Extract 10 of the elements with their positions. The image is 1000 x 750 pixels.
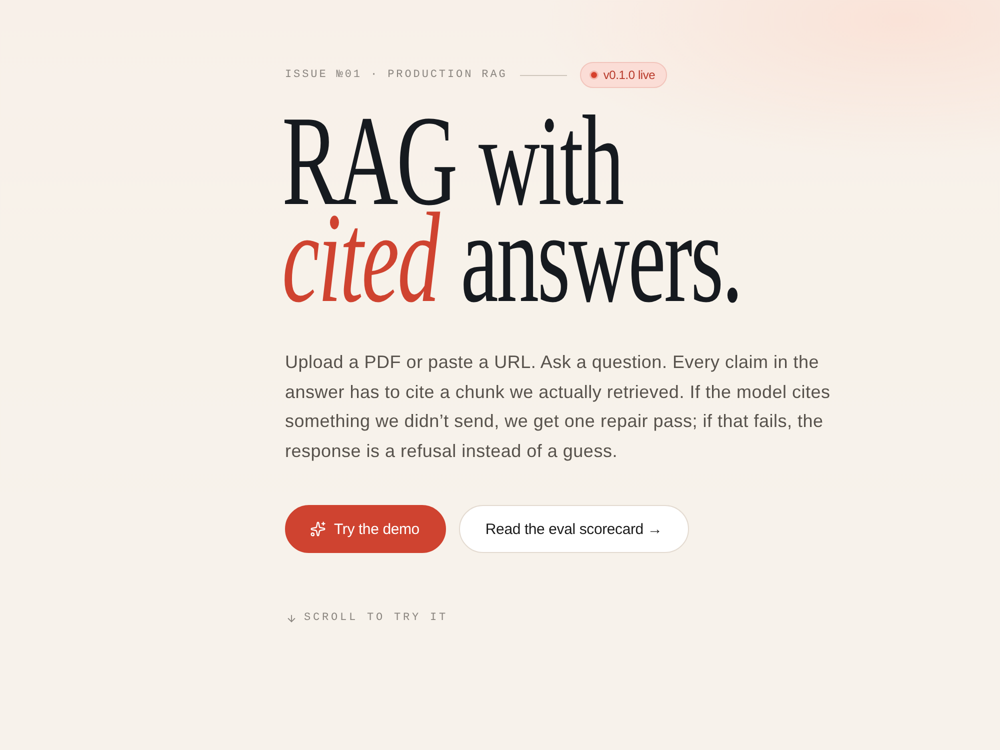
live-dot-icon (591, 72, 598, 78)
try-demo-button[interactable]: Try the demo (285, 505, 446, 554)
sparkle-icon (310, 521, 326, 538)
scroll-hint: SCROLL TO TRY IT (304, 612, 448, 624)
version-label: v0.1.0 live (603, 68, 656, 82)
scorecard-link-button[interactable]: Read the eval scorecard → (459, 505, 690, 554)
headline: RAG with cited answers. (282, 113, 742, 308)
down-arrow-icon (286, 612, 297, 624)
intro-paragraph: Upload a PDF or paste a URL. Ask a question. Every claim in the answer has to cite a chunk we actually retrieved. If the model cites something we didn’t send, we get one repair pass; if that fails, the response is a refusal instead of a guess. (285, 351, 832, 463)
issue-eyebrow: ISSUE №01 · PRODUCTION RAG (285, 69, 508, 81)
